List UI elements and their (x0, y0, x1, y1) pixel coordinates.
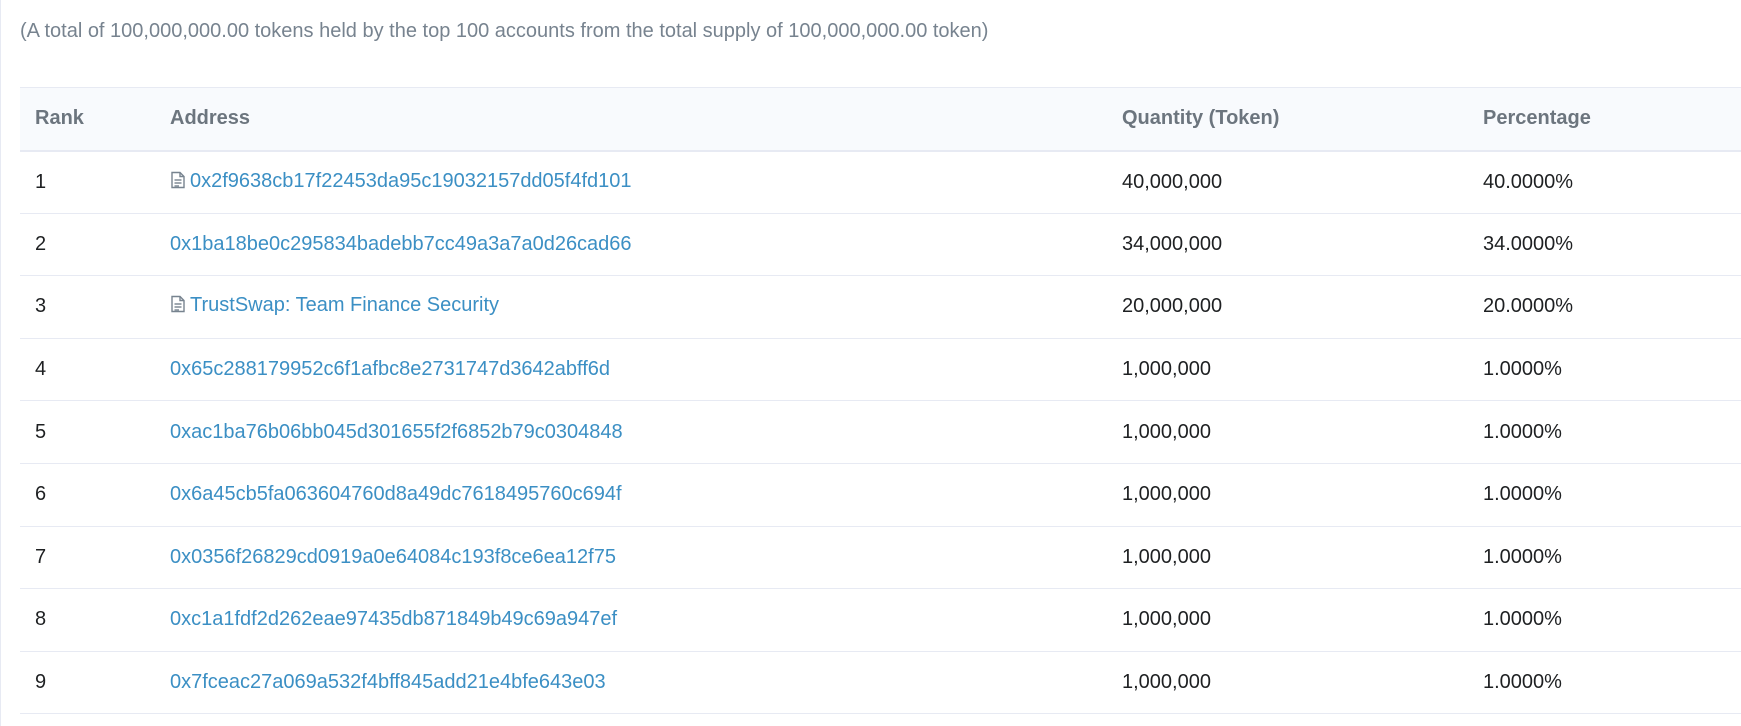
quantity-cell: 1,000,000 (1122, 526, 1483, 590)
address-link[interactable]: 0x2f9638cb17f22453da95c19032157dd05f4fd1… (190, 170, 632, 192)
quantity-header: Quantity (Token) (1122, 87, 1483, 152)
table-row: 1 0x2f9638cb17f22453da95c19032157dd05f4fd… (20, 150, 1741, 214)
percentage-cell: 1.0000% (1483, 400, 1741, 464)
table-row: 7 0x0356f26829cd0919a0e64084c193f8ce6ea12… (20, 526, 1741, 590)
percentage-cell: 20.0000% (1483, 275, 1741, 339)
address-header: Address (170, 87, 1122, 152)
table-row: 6 0x6a45cb5fa063604760d8a49dc7618495760c6… (20, 463, 1741, 527)
quantity-cell: 20,000,000 (1122, 275, 1483, 339)
rank-header: Rank (20, 87, 170, 152)
address-cell: TrustSwap: Team Finance Security (170, 275, 1122, 339)
table-row: 5 0xac1ba76b06bb045d301655f2f6852b79c0304… (20, 400, 1741, 464)
rank-cell: 7 (20, 526, 170, 590)
table-row: 4 0x65c288179952c6f1afbc8e2731747d3642abf… (20, 338, 1741, 402)
rank-cell: 6 (20, 463, 170, 527)
holders-table-body: 1 0x2f9638cb17f22453da95c19032157dd05f4fd… (20, 150, 1741, 715)
percentage-cell: 1.0000% (1483, 651, 1741, 715)
rank-cell: 2 (20, 213, 170, 277)
address-cell: 0x1ba18be0c295834badebb7cc49a3a7a0d26cad… (170, 213, 1122, 277)
quantity-cell: 1,000,000 (1122, 588, 1483, 652)
address-link[interactable]: 0x7fceac27a069a532f4bff845add21e4bfe643e… (170, 671, 606, 693)
address-cell: 0x2f9638cb17f22453da95c19032157dd05f4fd1… (170, 150, 1122, 214)
address-cell: 0x6a45cb5fa063604760d8a49dc7618495760c69… (170, 463, 1122, 527)
percentage-cell: 34.0000% (1483, 213, 1741, 277)
table-header-row: Rank Address Quantity (Token) Percentage (20, 87, 1741, 152)
address-link[interactable]: 0x65c288179952c6f1afbc8e2731747d3642abff… (170, 358, 610, 380)
address-cell: 0x7fceac27a069a532f4bff845add21e4bfe643e… (170, 651, 1122, 715)
address-cell: 0xac1ba76b06bb045d301655f2f6852b79c03048… (170, 400, 1122, 464)
file-text-icon (170, 295, 186, 319)
quantity-cell: 1,000,000 (1122, 651, 1483, 715)
address-link[interactable]: TrustSwap: Team Finance Security (190, 294, 499, 316)
address-link[interactable]: 0xac1ba76b06bb045d301655f2f6852b79c03048… (170, 421, 623, 443)
holders-table: Rank Address Quantity (Token) Percentage… (20, 87, 1741, 715)
rank-cell: 9 (20, 651, 170, 715)
percentage-cell: 1.0000% (1483, 463, 1741, 527)
rank-cell: 5 (20, 400, 170, 464)
rank-cell: 1 (20, 150, 170, 214)
percentage-cell: 1.0000% (1483, 526, 1741, 590)
address-cell: 0x0356f26829cd0919a0e64084c193f8ce6ea12f… (170, 526, 1122, 590)
address-cell: 0xc1a1fdf2d262eae97435db871849b49c69a947… (170, 588, 1122, 652)
rank-cell: 8 (20, 588, 170, 652)
address-link[interactable]: 0xc1a1fdf2d262eae97435db871849b49c69a947… (170, 608, 617, 630)
rank-cell: 4 (20, 338, 170, 402)
address-link[interactable]: 0x6a45cb5fa063604760d8a49dc7618495760c69… (170, 483, 622, 505)
table-row: 3 TrustSwap: Team Finance Security 20,000,… (20, 275, 1741, 339)
address-link[interactable]: 0x1ba18be0c295834badebb7cc49a3a7a0d26cad… (170, 233, 632, 255)
holders-summary: (A total of 100,000,000.00 tokens held b… (20, 20, 989, 42)
address-link[interactable]: 0x0356f26829cd0919a0e64084c193f8ce6ea12f… (170, 546, 616, 568)
quantity-cell: 1,000,000 (1122, 463, 1483, 527)
percentage-cell: 1.0000% (1483, 338, 1741, 402)
percentage-header: Percentage (1483, 87, 1741, 152)
table-row: 9 0x7fceac27a069a532f4bff845add21e4bfe643… (20, 651, 1741, 715)
percentage-cell: 1.0000% (1483, 588, 1741, 652)
rank-cell: 3 (20, 275, 170, 339)
quantity-cell: 1,000,000 (1122, 338, 1483, 402)
quantity-cell: 1,000,000 (1122, 400, 1483, 464)
table-row: 2 0x1ba18be0c295834badebb7cc49a3a7a0d26ca… (20, 213, 1741, 277)
address-cell: 0x65c288179952c6f1afbc8e2731747d3642abff… (170, 338, 1122, 402)
table-row: 8 0xc1a1fdf2d262eae97435db871849b49c69a94… (20, 588, 1741, 652)
page-left-border (0, 0, 1, 726)
percentage-cell: 40.0000% (1483, 150, 1741, 214)
quantity-cell: 40,000,000 (1122, 150, 1483, 214)
file-text-icon (170, 171, 186, 195)
quantity-cell: 34,000,000 (1122, 213, 1483, 277)
